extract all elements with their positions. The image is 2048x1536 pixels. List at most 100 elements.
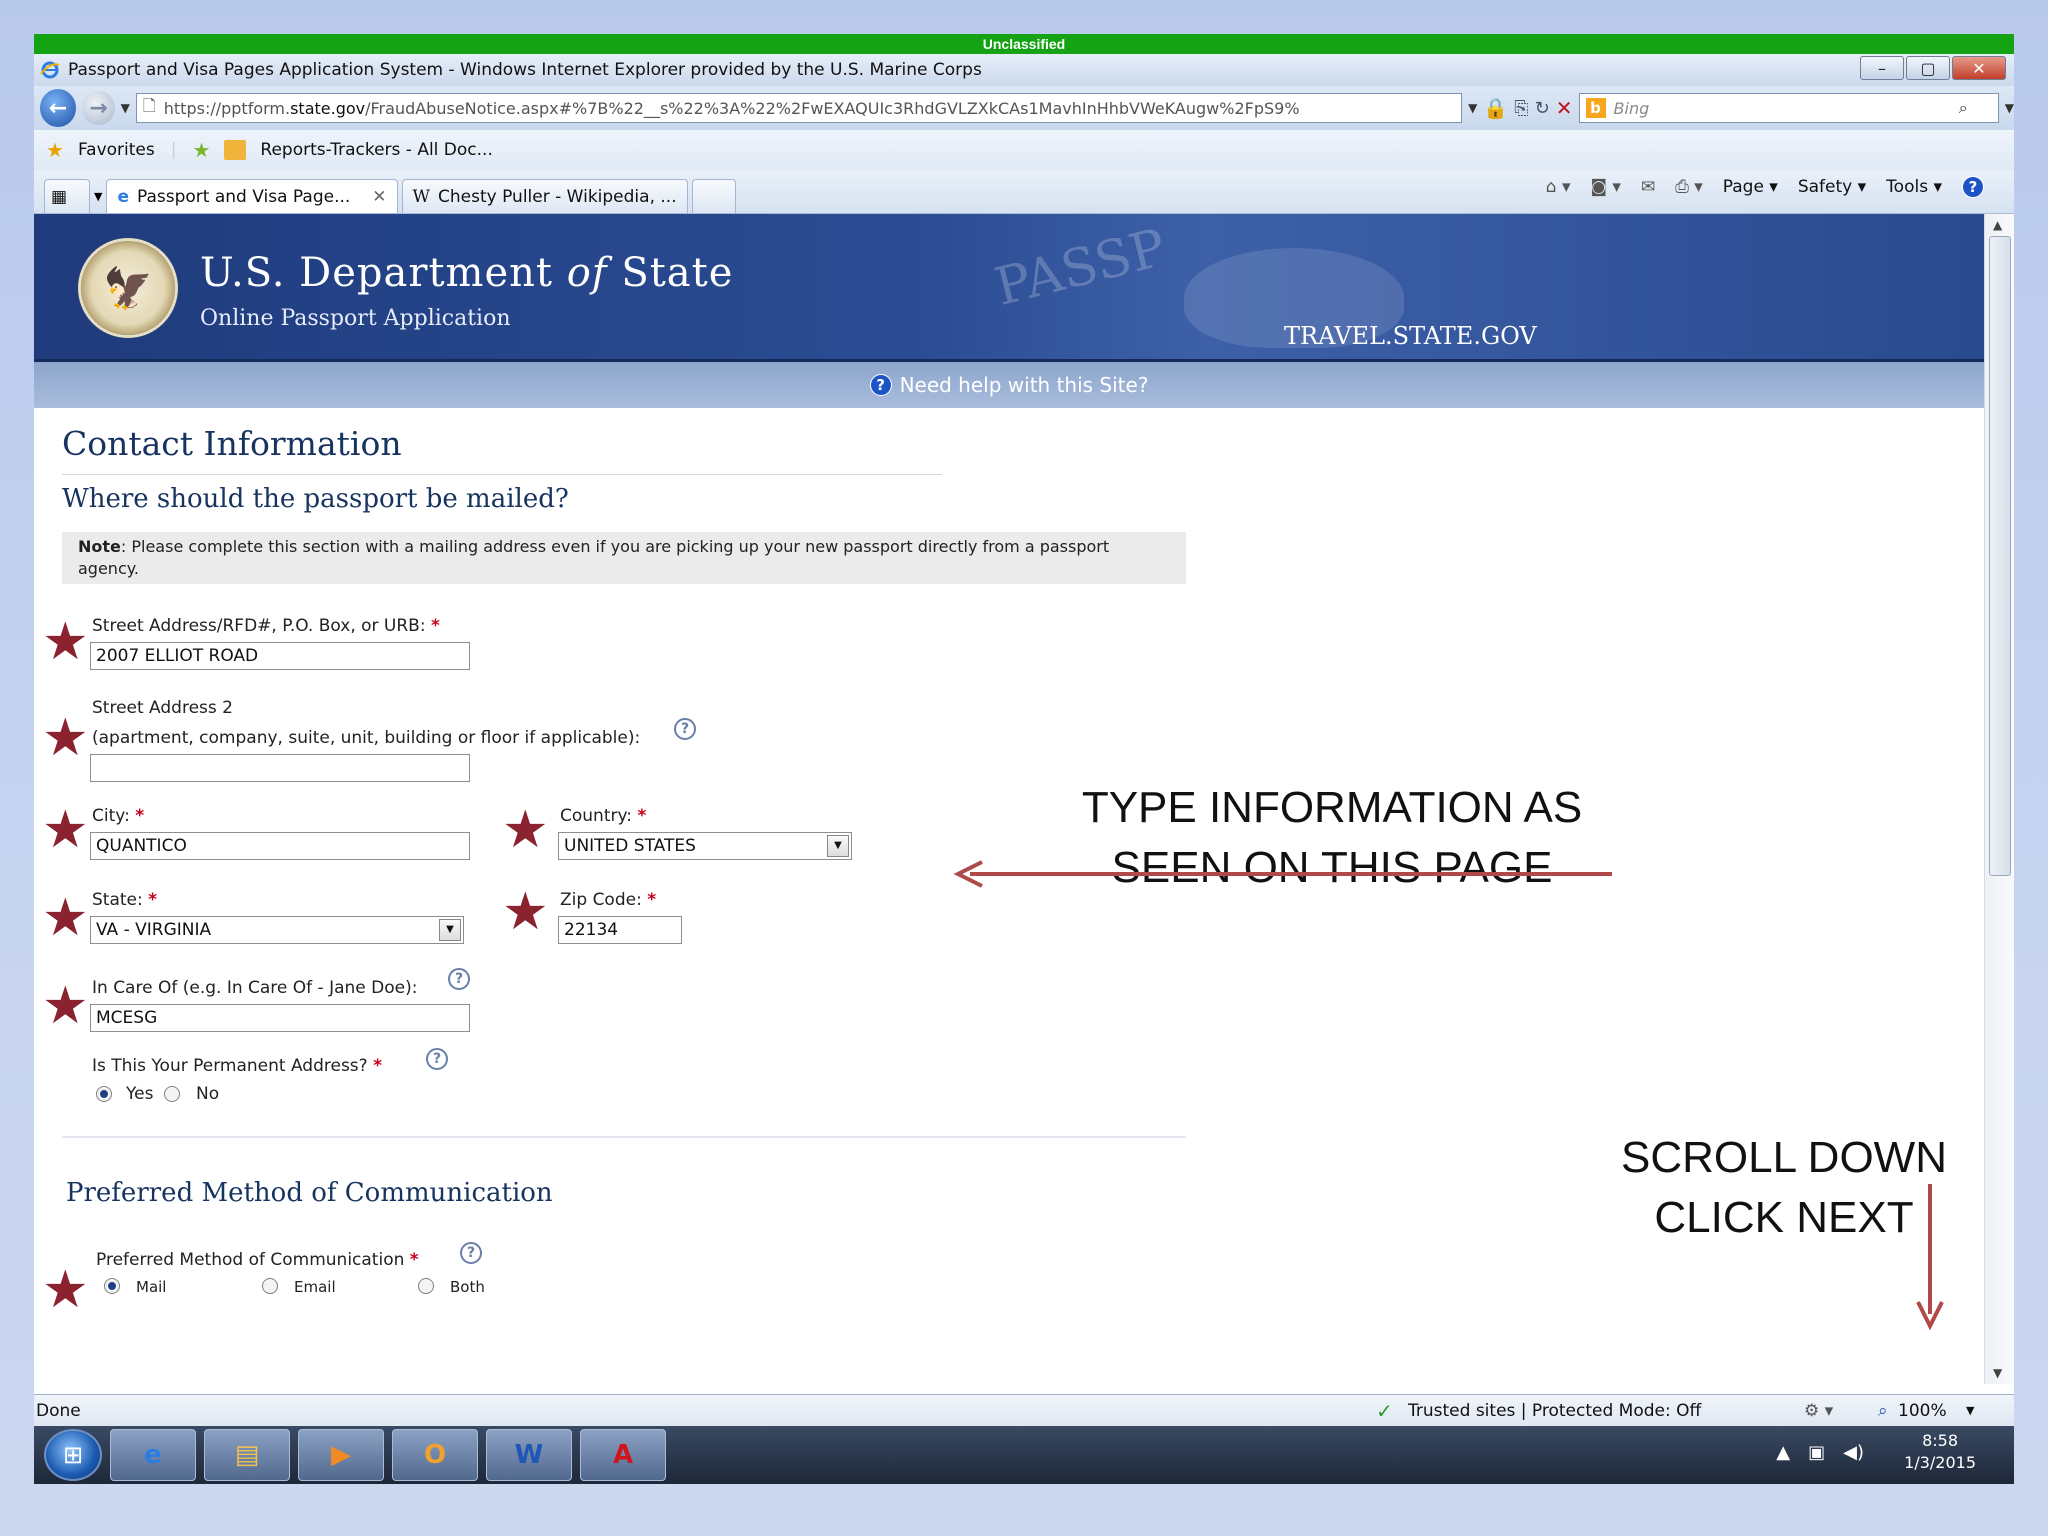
help-icon[interactable]: ? [460, 1242, 482, 1264]
help-icon[interactable]: ? [426, 1048, 448, 1070]
taskbar-explorer[interactable]: ▤ [204, 1429, 290, 1481]
permanent-yes-label: Yes [126, 1084, 154, 1104]
zoom-dropdown-icon[interactable]: ▼ [1966, 1404, 1974, 1417]
taskbar-ie[interactable]: e [110, 1429, 196, 1481]
help-question-icon: ? [869, 374, 892, 396]
forward-button[interactable]: → [82, 91, 115, 125]
help-bar[interactable]: ? Need help with this Site? [34, 362, 1984, 408]
help-icon[interactable]: ? [674, 718, 696, 740]
annotation-star-icon: ★ [42, 1260, 89, 1320]
add-ons-icon[interactable]: ⚙ ▾ [1804, 1401, 1833, 1421]
clock[interactable]: 8:58 1/3/2015 [1904, 1430, 1976, 1474]
command-bar: ⌂ ▾ ◙ ▾ ✉ ⎙ ▾ Page ▾ Safety ▾ Tools ▾ ? [1546, 176, 1984, 198]
mail-icon[interactable]: ✉ [1641, 177, 1655, 197]
home-icon[interactable]: ⌂ ▾ [1546, 177, 1571, 197]
close-button[interactable]: ✕ [1952, 56, 2006, 80]
down-arrowhead-icon [1916, 1301, 1944, 1330]
start-button[interactable]: ⊞ [44, 1429, 102, 1481]
taskbar-outlook[interactable]: O [392, 1429, 478, 1481]
page-menu[interactable]: Page ▾ [1723, 177, 1778, 197]
refresh-icon[interactable]: ↻ [1535, 98, 1550, 119]
scroll-thumb[interactable] [1989, 236, 2011, 876]
checkmark-icon: ✓ [1376, 1398, 1393, 1423]
favorite-link-reports[interactable]: Reports-Trackers - All Doc... [260, 140, 492, 160]
feeds-icon[interactable]: ◙ ▾ [1591, 177, 1621, 197]
taskbar-acrobat[interactable]: A [580, 1429, 666, 1481]
divider [62, 1136, 1186, 1138]
comm-both-radio[interactable] [418, 1278, 434, 1294]
favorites-star-icon[interactable]: ★ [46, 138, 64, 162]
comm-mail-radio[interactable] [104, 1278, 120, 1294]
back-button[interactable]: ← [40, 89, 77, 127]
scroll-up-icon[interactable]: ▲ [1993, 218, 2002, 232]
tab-list-dropdown-icon[interactable]: ▼ [94, 190, 102, 203]
tab-bar: ▦ ▼ e Passport and Visa Page... ✕ W Ches… [34, 170, 2014, 214]
passport-watermark: PASSP [989, 217, 1172, 319]
tab-passport[interactable]: e Passport and Visa Page... ✕ [106, 179, 398, 213]
zoom-icon[interactable]: ⌕ [1878, 1401, 1888, 1421]
street1-input[interactable]: 2007 ELLIOT ROAD [90, 642, 470, 670]
security-zone[interactable]: Trusted sites | Protected Mode: Off [1408, 1401, 1701, 1421]
show-hidden-icon[interactable]: ▲ [1776, 1442, 1790, 1463]
window-controls: – ▢ ✕ [1860, 56, 2006, 80]
street2-label: Street Address 2 [92, 698, 233, 718]
safety-menu[interactable]: Safety ▾ [1798, 177, 1866, 197]
back-arrow-icon: ← [48, 95, 68, 121]
tab-wikipedia[interactable]: W Chesty Puller - Wikipedia, ... [401, 179, 688, 213]
comm-email-radio[interactable] [262, 1278, 278, 1294]
annotation-star-icon: ★ [42, 976, 89, 1036]
page-title: Contact Information [62, 424, 402, 463]
search-dropdown-icon[interactable]: ▼ [2005, 101, 2014, 115]
care-of-label: In Care Of (e.g. In Care Of - Jane Doe): [92, 978, 418, 998]
web-page: 🦅 U.S. Department of State Online Passpo… [34, 214, 1984, 1384]
classification-banner: Unclassified [34, 34, 2014, 54]
minimize-button[interactable]: – [1860, 56, 1904, 80]
search-box[interactable]: b Bing ⌕ [1578, 93, 1999, 123]
add-favorite-icon[interactable]: ★ [192, 138, 210, 162]
word-icon: W [514, 1440, 544, 1470]
system-tray: ▲ ▣ ◀) [1776, 1442, 1864, 1463]
country-select[interactable]: UNITED STATES ▼ [558, 832, 852, 860]
permanent-no-radio[interactable] [164, 1086, 180, 1102]
help-icon[interactable]: ? [448, 968, 470, 990]
close-tab-icon[interactable]: ✕ [372, 187, 386, 207]
maximize-button[interactable]: ▢ [1906, 56, 1950, 80]
tools-menu[interactable]: Tools ▾ [1886, 177, 1942, 197]
windows-logo-icon: ⊞ [62, 1441, 84, 1469]
help-link[interactable]: Need help with this Site? [900, 373, 1149, 397]
history-dropdown-icon[interactable]: ▼ [121, 101, 130, 115]
annotation-star-icon: ★ [42, 708, 89, 768]
care-of-input[interactable]: MCESG [90, 1004, 470, 1032]
stop-icon[interactable]: ✕ [1556, 96, 1573, 120]
zip-label: Zip Code: * [560, 890, 657, 910]
new-tab-button[interactable] [691, 179, 736, 213]
address-bar: ← → ▼ 🗋 https://pptform.state.gov/FraudA… [34, 86, 2014, 130]
dropdown-arrow-icon: ▼ [827, 835, 849, 857]
network-icon[interactable]: ▣ [1808, 1442, 1825, 1463]
state-select[interactable]: VA - VIRGINIA ▼ [90, 916, 464, 944]
print-icon[interactable]: ⎙ ▾ [1675, 177, 1703, 197]
taskbar-word[interactable]: W [486, 1429, 572, 1481]
zoom-level[interactable]: 100% [1898, 1401, 1947, 1421]
state-department-seal-icon: 🦅 [78, 238, 178, 338]
url-field[interactable]: 🗋 https://pptform.state.gov/FraudAbuseNo… [135, 93, 1463, 123]
zip-input[interactable]: 22134 [558, 916, 682, 944]
help-menu-icon[interactable]: ? [1962, 176, 1984, 198]
search-icon[interactable]: ⌕ [1959, 98, 1968, 118]
lock-icon[interactable]: 🔒 [1483, 96, 1508, 120]
city-label: City: * [92, 806, 145, 826]
street2-input[interactable] [90, 754, 470, 782]
city-input[interactable]: QUANTICO [90, 832, 470, 860]
scroll-down-icon[interactable]: ▼ [1993, 1366, 2002, 1380]
down-arrow-line [1928, 1184, 1932, 1314]
permanent-yes-radio[interactable] [96, 1086, 112, 1102]
url-dropdown-icon[interactable]: ▼ [1468, 101, 1477, 115]
volume-icon[interactable]: ◀) [1843, 1442, 1864, 1463]
compatibility-icon[interactable]: ⎘ [1514, 98, 1528, 119]
taskbar-media[interactable]: ▶ [298, 1429, 384, 1481]
url-text: https://pptform.state.gov/FraudAbuseNoti… [163, 98, 1300, 118]
quick-tabs-button[interactable]: ▦ [44, 179, 90, 213]
favorites-button[interactable]: Favorites [78, 140, 155, 160]
divider: | [170, 140, 177, 160]
vertical-scrollbar[interactable]: ▲ ▼ [1984, 214, 2014, 1384]
